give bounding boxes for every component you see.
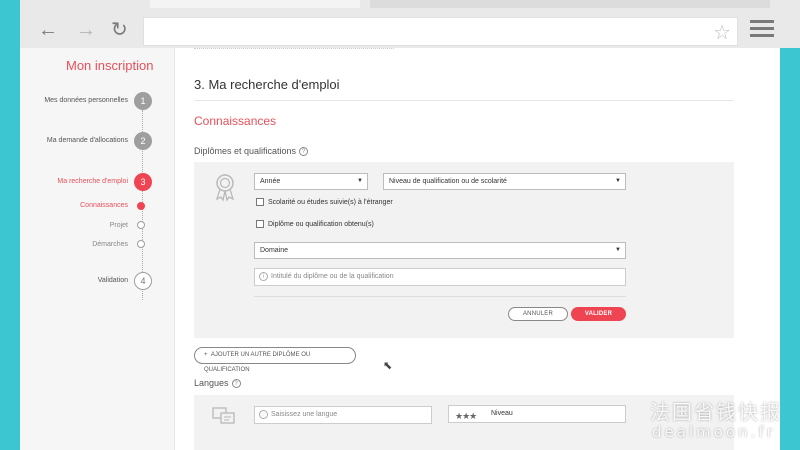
language-chat-icon (212, 407, 235, 424)
substep-label-steps[interactable]: Démarches (92, 241, 128, 248)
web-page: Mon inscription Mes données personnelles… (20, 48, 780, 450)
validate-button[interactable]: VALIDER (571, 307, 626, 321)
languages-title: Langues? (194, 378, 241, 389)
globe-icon: ◌ (259, 410, 268, 419)
substep-dot-steps[interactable] (137, 240, 145, 248)
dropdown-arrow-icon: ▼ (357, 178, 363, 184)
substep-dot-knowledge[interactable] (137, 202, 145, 210)
languages-title-text: Langues (194, 378, 229, 388)
reload-icon[interactable]: ↻ (111, 18, 128, 42)
watermark-chinese: 法国省钱快报 (650, 400, 782, 424)
stars-icon: ★★★ (455, 411, 477, 421)
mouse-cursor-icon: ⬉ (383, 360, 393, 372)
diplomas-title: Diplômes et qualifications? (194, 146, 309, 157)
back-arrow-icon[interactable]: ← (38, 18, 58, 42)
diplomas-title-text: Diplômes et qualifications (194, 146, 297, 156)
substep-label-knowledge[interactable]: Connaissances (80, 202, 128, 209)
qualification-level-select[interactable]: Niveau de qualification ou de scolarité ▼ (383, 173, 626, 190)
step-label-allocations[interactable]: Ma demande d'allocations (47, 137, 128, 144)
help-icon[interactable]: ? (231, 379, 241, 389)
add-diploma-button[interactable]: + AJOUTER UN AUTRE DIPLÔME OU QUALIFICAT… (194, 347, 356, 373)
cancel-button[interactable]: ANNULER (508, 307, 568, 321)
inactive-tab[interactable] (370, 0, 770, 8)
diploma-title-placeholder: Intitulé du diplôme ou de la qualificati… (271, 273, 394, 280)
section-divider (194, 100, 734, 101)
year-select[interactable]: Année ▼ (254, 173, 368, 190)
subsection-title: Connaissances (194, 114, 277, 128)
obtained-checkbox[interactable]: Diplôme ou qualification obtenu(s) (256, 220, 374, 229)
address-bar[interactable]: ☆ (143, 17, 738, 46)
language-placeholder: Saisissez une langue (271, 411, 338, 418)
step-label-validation[interactable]: Validation (98, 277, 128, 284)
abroad-checkbox[interactable]: Scolarité ou études suivie(s) à l'étrang… (256, 198, 393, 207)
year-select-value: Année (260, 178, 281, 185)
add-diploma-label: AJOUTER UN AUTRE DIPLÔME OU QUALIFICATIO… (204, 352, 311, 373)
step-number-3[interactable]: 3 (134, 173, 152, 191)
browser-toolbar: ← → ↻ ☆ (20, 0, 800, 48)
step-number-1[interactable]: 1 (134, 92, 152, 110)
dropdown-arrow-icon: ▼ (615, 178, 621, 184)
sidebar-title: Mon inscription (66, 58, 154, 73)
substep-dot-project[interactable] (137, 221, 145, 229)
abroad-checkbox-label: Scolarité ou études suivie(s) à l'étrang… (268, 199, 393, 206)
form-content: 3. Ma recherche d'emploi Connaissances D… (194, 48, 754, 450)
info-icon: i (259, 272, 268, 281)
top-divider (194, 48, 394, 49)
progress-sidebar: Mon inscription Mes données personnelles… (20, 48, 175, 450)
help-icon[interactable]: ? (299, 147, 309, 157)
step-label-job-search[interactable]: Ma recherche d'emploi (57, 178, 128, 185)
language-level-select[interactable]: ★★★ Niveau (448, 405, 626, 423)
diploma-title-input[interactable]: i Intitulé du diplôme ou de la qualificat… (254, 268, 626, 286)
watermark-latin: dealmoon.fr (652, 423, 776, 441)
obtained-checkbox-label: Diplôme ou qualification obtenu(s) (268, 221, 374, 228)
hamburger-menu-icon[interactable] (750, 20, 774, 42)
step-number-2[interactable]: 2 (134, 132, 152, 150)
language-level-label: Niveau (491, 410, 513, 417)
qualification-level-value: Niveau de qualification ou de scolarité (389, 178, 507, 185)
award-ribbon-icon (215, 174, 235, 202)
forward-arrow-icon[interactable]: → (76, 18, 96, 42)
form-divider (254, 296, 626, 297)
bookmark-star-icon[interactable]: ☆ (713, 20, 731, 45)
active-tab[interactable] (150, 0, 360, 8)
language-input[interactable]: ◌ Saisissez une langue (254, 406, 432, 424)
dropdown-arrow-icon: ▼ (615, 247, 621, 253)
plus-icon: + (204, 352, 208, 358)
substep-label-project[interactable]: Projet (110, 222, 128, 229)
checkbox-box[interactable] (256, 220, 264, 229)
diploma-form-panel: Année ▼ Niveau de qualification ou de sco… (194, 162, 734, 338)
step-number-4[interactable]: 4 (134, 272, 152, 290)
checkbox-box[interactable] (256, 198, 264, 207)
domain-select[interactable]: Domaine ▼ (254, 242, 626, 259)
domain-select-value: Domaine (260, 247, 289, 254)
section-title: 3. Ma recherche d'emploi (194, 77, 340, 92)
step-label-personal[interactable]: Mes données personnelles (44, 97, 128, 104)
